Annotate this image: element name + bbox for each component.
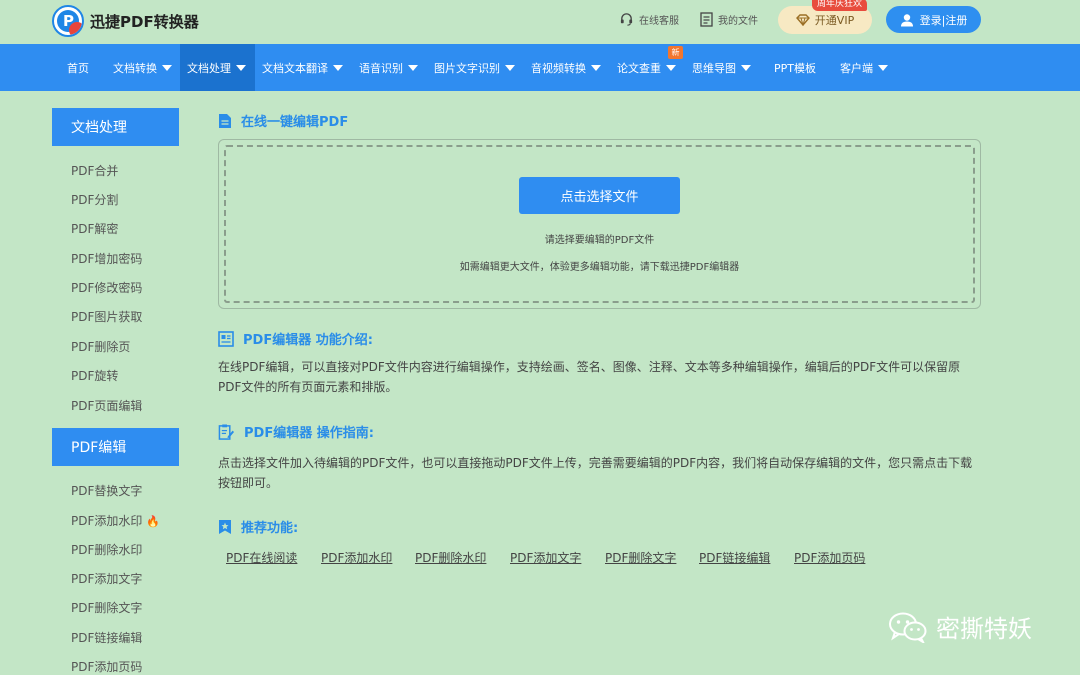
wechat-watermark: 密撕特妖: [888, 609, 1032, 644]
nav-item-doc-process[interactable]: 文档处理: [180, 44, 255, 91]
sidebar-item-pdf-split[interactable]: PDF分割: [71, 191, 118, 208]
guide-title-text: PDF编辑器 操作指南:: [244, 426, 374, 441]
nav-label: 文档转换: [113, 61, 157, 75]
upload-dropzone[interactable]: [218, 139, 981, 309]
headset-icon: [620, 13, 633, 26]
nav-label: 文档文本翻译: [262, 61, 328, 75]
my-files-link[interactable]: 我的文件: [700, 12, 758, 27]
logo[interactable]: P 迅捷PDF转换器: [52, 4, 199, 38]
clipboard-edit-icon: [218, 423, 235, 440]
sidebar-item-pdf-delete-text[interactable]: PDF删除文字: [71, 599, 142, 616]
login-label: 登录|注册: [919, 13, 968, 27]
sidebar-group-title-doc-process: 文档处理: [52, 108, 179, 146]
sidebar-item-pdf-change-password[interactable]: PDF修改密码: [71, 279, 142, 296]
page-title-text: 在线一键编辑PDF: [241, 115, 349, 130]
sidebar-item-label: PDF添加水印: [71, 514, 143, 528]
caret-down-icon: [162, 64, 172, 71]
anniversary-badge: 周年庆狂欢: [812, 0, 868, 11]
choose-file-button[interactable]: 点击选择文件: [519, 177, 680, 214]
sidebar-item-pdf-extract-images[interactable]: PDF图片获取: [71, 308, 142, 325]
top-header: P 迅捷PDF转换器 在线客服 我的文件 开通VIP 周年庆狂欢 登录|注册: [0, 0, 1080, 44]
nav-item-ppt-template[interactable]: PPT模板: [774, 44, 816, 91]
logo-icon: P: [52, 5, 84, 37]
sidebar-item-pdf-merge[interactable]: PDF合并: [71, 162, 118, 179]
user-icon: [900, 13, 913, 26]
nav-item-av-convert[interactable]: 音视频转换: [531, 44, 601, 91]
upload-tip: 请选择要编辑的PDF文件: [544, 235, 655, 246]
nav-item-speech-recognition[interactable]: 语音识别: [359, 44, 418, 91]
nav-label: 论文查重: [617, 61, 661, 75]
download-editor-tip: 如需编辑更大文件，体验更多编辑功能，请下载迅捷PDF编辑器: [459, 262, 740, 273]
nav-label: 思维导图: [692, 61, 736, 75]
caret-down-icon: [236, 64, 246, 71]
sidebar-item-pdf-replace-text[interactable]: PDF替换文字: [71, 482, 142, 499]
sidebar-item-pdf-delete-pages[interactable]: PDF删除页: [71, 338, 130, 355]
recommended-title-text: 推荐功能:: [241, 521, 299, 536]
nav-item-doc-convert[interactable]: 文档转换: [113, 44, 172, 91]
nav-label: PPT模板: [774, 61, 816, 75]
sidebar-item-pdf-page-edit[interactable]: PDF页面编辑: [71, 397, 142, 414]
caret-down-icon: [333, 64, 343, 71]
caret-down-icon: [408, 64, 418, 71]
sidebar-item-pdf-decrypt[interactable]: PDF解密: [71, 220, 118, 237]
sidebar-item-pdf-add-text[interactable]: PDF添加文字: [71, 570, 142, 587]
file-icon: [219, 113, 231, 128]
nav-label: 首页: [67, 61, 89, 75]
intro-text: 在线PDF编辑，可以直接对PDF文件内容进行编辑操作，支持绘画、签名、图像、注释…: [218, 360, 961, 394]
caret-down-icon: [505, 64, 515, 71]
sidebar-item-pdf-link-edit[interactable]: PDF链接编辑: [71, 629, 142, 646]
login-register-button[interactable]: 登录|注册: [886, 6, 981, 33]
nav-item-doc-translate[interactable]: 文档文本翻译: [262, 44, 343, 91]
guide-text: 点击选择文件加入待编辑的PDF文件，也可以直接拖动PDF文件上传，完善需要编辑的…: [218, 456, 973, 490]
rec-link-pdf-remove-watermark[interactable]: PDF删除水印: [415, 549, 486, 566]
logo-text: 迅捷PDF转换器: [90, 12, 199, 31]
new-badge: 新: [668, 46, 683, 59]
main-nav: 首页 文档转换 文档处理 文档文本翻译 语音识别 图片文字识别 音视频转换 论文…: [0, 44, 1080, 91]
intro-title-text: PDF编辑器 功能介绍:: [243, 333, 373, 348]
rec-link-pdf-link-edit[interactable]: PDF链接编辑: [699, 549, 770, 566]
sidebar-item-pdf-add-page-number[interactable]: PDF添加页码: [71, 658, 142, 675]
wechat-icon: [889, 612, 927, 643]
rec-link-pdf-add-text[interactable]: PDF添加文字: [510, 549, 581, 566]
nav-item-client[interactable]: 客户端: [840, 44, 888, 91]
nav-item-ocr[interactable]: 图片文字识别: [434, 44, 515, 91]
caret-down-icon: [591, 64, 601, 71]
recommended-title: 推荐功能:: [218, 517, 298, 536]
news-icon: [218, 330, 234, 347]
intro-title: PDF编辑器 功能介绍:: [218, 329, 373, 348]
nav-label: 音视频转换: [531, 61, 586, 75]
sidebar-item-pdf-add-password[interactable]: PDF增加密码: [71, 250, 142, 267]
nav-label: 文档处理: [187, 61, 231, 75]
guide-title: PDF编辑器 操作指南:: [218, 422, 374, 441]
page-title: 在线一键编辑PDF: [218, 111, 348, 130]
dropzone-dashed-border: [224, 145, 975, 303]
sidebar-group-title-pdf-edit: PDF编辑: [52, 428, 179, 466]
document-icon: [700, 12, 713, 27]
my-files-label: 我的文件: [718, 16, 758, 27]
nav-label: 客户端: [840, 61, 873, 75]
nav-item-home[interactable]: 首页: [67, 44, 89, 91]
vip-label: 开通VIP: [814, 14, 855, 27]
nav-label: 图片文字识别: [434, 61, 500, 75]
nav-label: 语音识别: [359, 61, 403, 75]
rec-link-pdf-read[interactable]: PDF在线阅读: [226, 549, 297, 566]
watermark-text: 密撕特妖: [936, 615, 1032, 643]
online-service-link[interactable]: 在线客服: [619, 12, 679, 27]
caret-down-icon: [741, 64, 751, 71]
rec-link-pdf-add-page-number[interactable]: PDF添加页码: [794, 549, 865, 566]
diamond-icon: [795, 14, 810, 26]
caret-down-icon: [878, 64, 888, 71]
bookmark-star-icon: [219, 519, 231, 534]
sidebar-item-pdf-remove-watermark[interactable]: PDF删除水印: [71, 541, 142, 558]
rec-link-pdf-add-watermark[interactable]: PDF添加水印: [321, 549, 392, 566]
fire-icon: 🔥: [146, 515, 161, 528]
caret-down-icon: [666, 64, 676, 71]
sidebar-item-pdf-add-watermark[interactable]: PDF添加水印 🔥: [71, 512, 160, 529]
rec-link-pdf-delete-text[interactable]: PDF删除文字: [605, 549, 676, 566]
sidebar-item-pdf-rotate[interactable]: PDF旋转: [71, 367, 118, 384]
nav-item-mind-map[interactable]: 思维导图: [692, 44, 751, 91]
online-service-label: 在线客服: [639, 16, 679, 27]
